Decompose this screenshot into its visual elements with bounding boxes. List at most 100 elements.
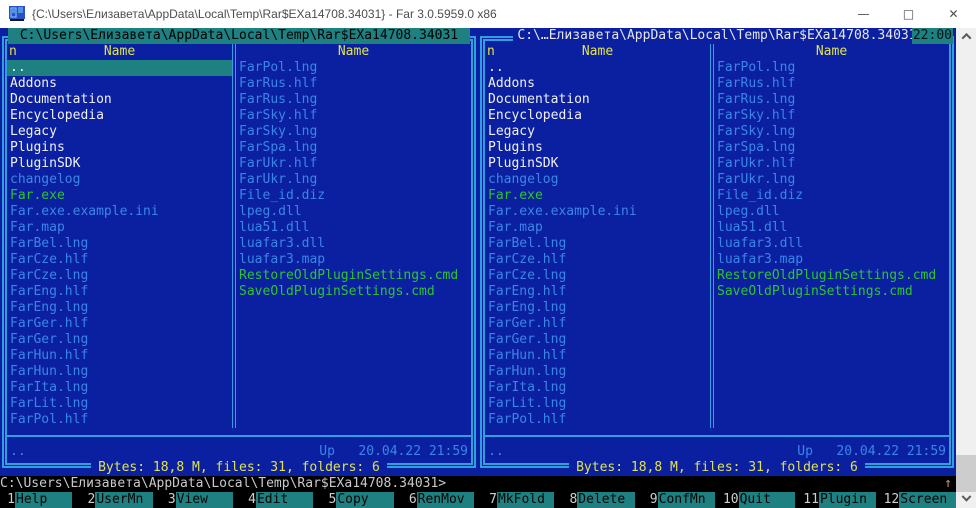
file-row[interactable]: FarSky.lng — [236, 124, 471, 140]
file-row[interactable]: changelog — [7, 172, 232, 188]
function-key[interactable]: 1 Help — [0, 492, 72, 508]
file-row[interactable]: File_id.diz — [714, 188, 949, 204]
history-arrow-icon[interactable]: ↑ — [944, 476, 952, 492]
function-key-label[interactable]: Copy — [336, 492, 393, 508]
file-row[interactable]: FarRus.lng — [714, 92, 949, 108]
function-key[interactable]: 8 Delete — [562, 492, 634, 508]
file-row[interactable]: Encyclopedia — [485, 108, 710, 124]
scrollbar-thumb[interactable] — [956, 455, 976, 492]
function-key-label[interactable]: UserMn — [95, 492, 152, 508]
file-row[interactable]: Far.map — [7, 220, 232, 236]
file-row[interactable]: Plugins — [485, 140, 710, 156]
function-key-label[interactable]: MkFold — [497, 492, 554, 508]
file-row[interactable]: Far.exe.example.ini — [485, 204, 710, 220]
file-row[interactable]: Documentation — [485, 92, 710, 108]
file-row[interactable]: changelog — [485, 172, 710, 188]
function-key-label[interactable]: Delete — [577, 492, 634, 508]
left-panel-path-bar[interactable]: C:\Users\Елизавета\AppData\Local\Temp\Ra… — [8, 28, 470, 44]
file-row[interactable]: FarGer.hlf — [485, 316, 710, 332]
file-row[interactable]: FarHun.hlf — [485, 348, 710, 364]
file-row[interactable]: FarUkr.lng — [714, 172, 949, 188]
function-key-label[interactable]: Help — [15, 492, 72, 508]
function-key[interactable]: 9 ConfMn — [643, 492, 715, 508]
file-row[interactable]: FarPol.lng — [714, 60, 949, 76]
minimize-button[interactable]: — — [841, 0, 886, 28]
file-row[interactable]: FarSky.lng — [714, 124, 949, 140]
file-row[interactable]: RestoreOldPluginSettings.cmd — [236, 268, 471, 284]
file-row[interactable]: Legacy — [7, 124, 232, 140]
function-key[interactable]: 12 Screen — [884, 492, 956, 508]
file-row[interactable]: FarHun.lng — [7, 364, 232, 380]
file-row[interactable]: lua51.dll — [236, 220, 471, 236]
file-row[interactable]: RestoreOldPluginSettings.cmd — [714, 268, 949, 284]
file-row[interactable]: FarBel.lng — [485, 236, 710, 252]
file-row[interactable]: FarEng.lng — [7, 300, 232, 316]
file-row[interactable]: FarPol.hlf — [485, 412, 710, 428]
file-row[interactable]: FarUkr.hlf — [714, 156, 949, 172]
right-panel-path[interactable]: C:\…Елизавета\AppData\Local\Temp\Rar$EXa… — [513, 28, 920, 44]
left-panel-path[interactable]: C:\Users\Елизавета\AppData\Local\Temp\Ra… — [8, 28, 470, 44]
file-row[interactable]: FarIta.lng — [485, 380, 710, 396]
file-row[interactable]: File_id.diz — [236, 188, 471, 204]
file-row[interactable]: Far.map — [485, 220, 710, 236]
file-row[interactable]: FarLit.lng — [7, 396, 232, 412]
function-key-label[interactable]: Quit — [739, 492, 796, 508]
file-row[interactable]: lpeg.dll — [714, 204, 949, 220]
function-key-label[interactable]: Plugin — [819, 492, 876, 508]
file-row[interactable]: SaveOldPluginSettings.cmd — [236, 284, 471, 300]
file-row[interactable]: FarRus.lng — [236, 92, 471, 108]
file-row[interactable]: Far.exe — [7, 188, 232, 204]
function-key-label[interactable]: Screen — [899, 492, 956, 508]
file-row[interactable]: .. — [485, 60, 710, 76]
scroll-down-button[interactable] — [956, 491, 976, 508]
file-row[interactable]: Documentation — [7, 92, 232, 108]
function-key[interactable]: 3 View — [161, 492, 233, 508]
file-row[interactable]: Far.exe — [485, 188, 710, 204]
file-row[interactable]: Plugins — [7, 140, 232, 156]
file-row[interactable]: FarSpa.lng — [714, 140, 949, 156]
vertical-scrollbar[interactable] — [956, 28, 976, 508]
function-key-label[interactable]: View — [176, 492, 233, 508]
maximize-button[interactable]: □ — [886, 0, 931, 28]
column-header[interactable]: Name — [236, 44, 471, 60]
function-key[interactable]: 10 Quit — [723, 492, 795, 508]
function-key[interactable]: 2 UserMn — [80, 492, 152, 508]
function-key[interactable]: 11 Plugin — [803, 492, 875, 508]
file-row[interactable]: Encyclopedia — [7, 108, 232, 124]
file-row[interactable]: Far.exe.example.ini — [7, 204, 232, 220]
function-key-label[interactable]: Edit — [256, 492, 313, 508]
file-row[interactable]: FarLit.lng — [485, 396, 710, 412]
function-key[interactable]: 6 RenMov — [402, 492, 474, 508]
file-row[interactable]: FarRus.hlf — [714, 76, 949, 92]
file-row[interactable]: FarIta.lng — [7, 380, 232, 396]
file-row[interactable]: Legacy — [485, 124, 710, 140]
file-row[interactable]: FarSky.hlf — [236, 108, 471, 124]
command-line[interactable]: C:\Users\Елизавета\AppData\Local\Temp\Ra… — [0, 476, 956, 492]
file-row[interactable]: FarCze.lng — [7, 268, 232, 284]
file-row[interactable]: FarPol.hlf — [7, 412, 232, 428]
file-row[interactable]: FarCze.hlf — [7, 252, 232, 268]
function-key-label[interactable]: ConfMn — [658, 492, 715, 508]
file-row[interactable]: FarRus.hlf — [236, 76, 471, 92]
file-row[interactable]: FarSpa.lng — [236, 140, 471, 156]
file-row[interactable]: FarEng.hlf — [7, 284, 232, 300]
file-row[interactable]: luafar3.map — [714, 252, 949, 268]
scroll-up-button[interactable] — [956, 28, 976, 45]
function-key[interactable]: 5 Copy — [321, 492, 393, 508]
function-key-label[interactable]: RenMov — [417, 492, 474, 508]
file-row[interactable]: luafar3.map — [236, 252, 471, 268]
file-row[interactable]: luafar3.dll — [236, 236, 471, 252]
file-row[interactable]: lpeg.dll — [236, 204, 471, 220]
file-row[interactable]: FarGer.hlf — [7, 316, 232, 332]
file-row[interactable]: FarCze.hlf — [485, 252, 710, 268]
file-row[interactable]: Addons — [7, 76, 232, 92]
file-row[interactable]: PluginSDK — [485, 156, 710, 172]
right-panel-path-bar[interactable]: C:\…Елизавета\AppData\Local\Temp\Rar$EXa… — [486, 28, 948, 44]
column-header[interactable]: Name — [714, 44, 949, 60]
file-row[interactable]: FarEng.hlf — [485, 284, 710, 300]
file-row[interactable]: PluginSDK — [7, 156, 232, 172]
file-row[interactable]: luafar3.dll — [714, 236, 949, 252]
file-row[interactable]: lua51.dll — [714, 220, 949, 236]
file-row[interactable]: FarUkr.lng — [236, 172, 471, 188]
file-row[interactable]: FarGer.lng — [485, 332, 710, 348]
